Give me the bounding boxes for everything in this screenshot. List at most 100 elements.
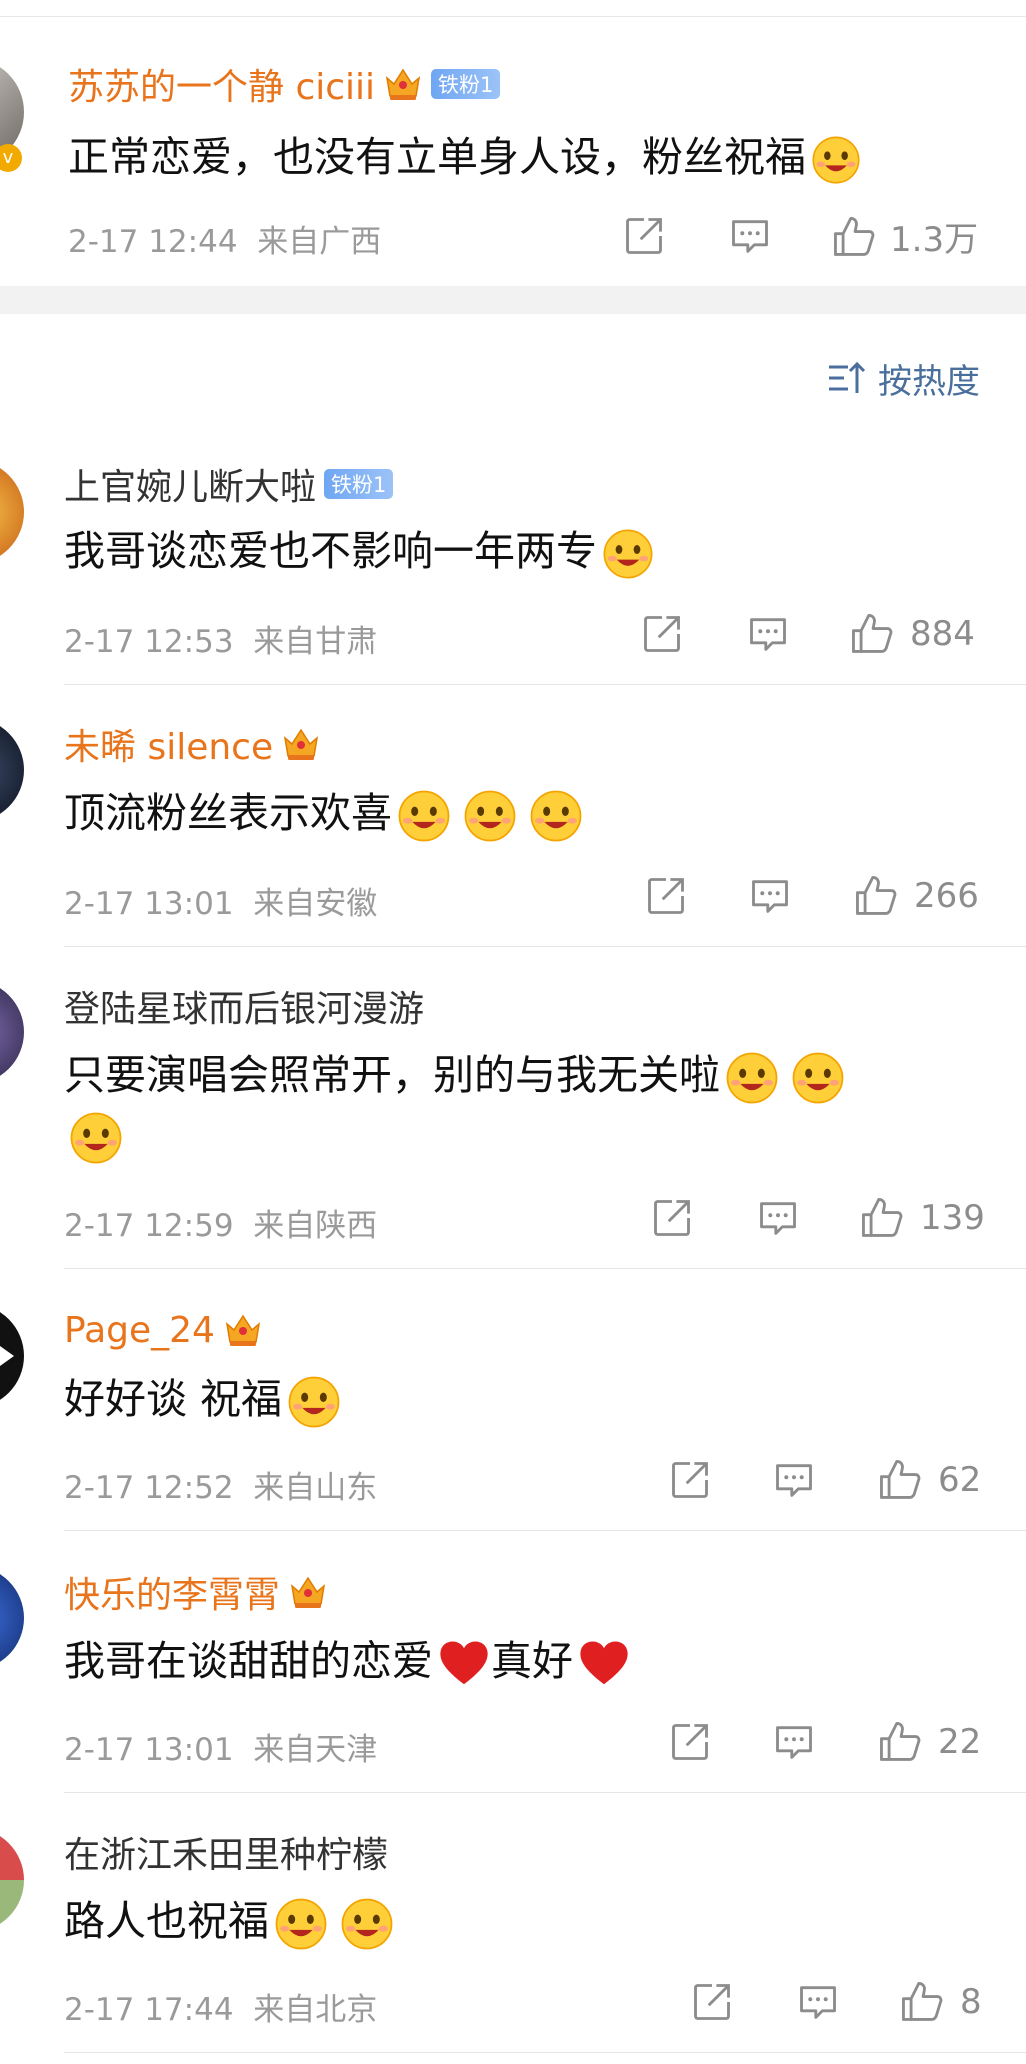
username-text[interactable]: Page_24 — [64, 1310, 215, 1351]
avatar[interactable] — [0, 980, 24, 1084]
like-count: 266 — [914, 876, 979, 916]
comment-date: 2-17 12:59 — [64, 1208, 234, 1244]
like-count: 139 — [920, 1198, 985, 1238]
comment-text: 只要演唱会照常开，别的与我无关啦 — [64, 1046, 846, 1106]
comment-text-body: 正常恋爱，也没有立单身人设，粉丝祝福 — [68, 133, 806, 181]
like-button[interactable]: 266 — [852, 872, 979, 920]
adore-emoji-icon — [68, 1110, 124, 1166]
like-button[interactable]: 884 — [848, 610, 975, 658]
share-button[interactable] — [668, 1458, 712, 1502]
heart-icon — [437, 1637, 491, 1691]
username[interactable]: 在浙江禾田里种柠檬 — [64, 1828, 388, 1876]
comment-date: 2-17 12:44 — [68, 224, 238, 260]
crown-icon — [383, 64, 423, 104]
comment-divider — [64, 684, 1026, 685]
share-button[interactable] — [644, 874, 688, 918]
comment-location: 来自天津 — [253, 1732, 378, 1768]
reply-button[interactable] — [728, 214, 772, 258]
like-count: 62 — [938, 1460, 982, 1500]
crown-icon — [281, 724, 321, 764]
share-button[interactable] — [622, 214, 666, 258]
avatar[interactable] — [0, 1828, 24, 1932]
comment-text: 路人也祝福 — [64, 1892, 395, 1952]
grin-emoji-icon — [462, 788, 518, 844]
sort-icon — [826, 358, 866, 398]
comment-text: 正常恋爱，也没有立单身人设，粉丝祝福 — [68, 128, 862, 186]
play-icon — [0, 1346, 14, 1366]
username-text[interactable]: 登陆星球而后银河漫游 — [64, 980, 424, 1032]
fan-badge: 铁粉1 — [324, 469, 394, 499]
username-text[interactable]: 上官婉儿断大啦 — [64, 458, 316, 510]
comment-text-body: 好好谈 祝福 — [64, 1375, 283, 1423]
like-icon — [876, 1718, 924, 1766]
comment-meta: 2-17 12:52 来自山东 — [64, 1462, 377, 1507]
like-icon — [830, 213, 878, 261]
like-count: 1.3万 — [890, 220, 979, 260]
comment-meta: 2-17 13:01 来自天津 — [64, 1724, 377, 1769]
grin-emoji-icon — [396, 788, 452, 844]
like-icon — [858, 1194, 906, 1242]
username[interactable]: 登陆星球而后银河漫游 — [64, 982, 424, 1030]
rainbow-emoji-icon — [339, 1896, 395, 1952]
reply-button[interactable] — [748, 874, 792, 918]
like-button[interactable]: 22 — [876, 1718, 981, 1766]
comment-location: 来自陕西 — [253, 1208, 378, 1244]
username[interactable]: 未晞 silence — [64, 720, 321, 768]
blessing-emoji-icon — [810, 134, 862, 186]
like-button[interactable]: 1.3万 — [830, 212, 978, 261]
reply-button[interactable] — [746, 612, 790, 656]
comment-date: 2-17 12:53 — [64, 624, 234, 660]
username[interactable]: 快乐的李霄霄 — [64, 1568, 328, 1616]
comment-text-body: 我哥在谈甜甜的恋爱 — [64, 1637, 433, 1685]
comment-text: 我哥在谈甜甜的恋爱 真好 — [64, 1632, 631, 1691]
comment-text-body: 路人也祝福 — [64, 1897, 269, 1945]
verified-icon: v — [0, 144, 22, 172]
like-icon — [898, 1978, 946, 2026]
avatar[interactable] — [0, 718, 24, 822]
like-button[interactable]: 62 — [876, 1456, 981, 1504]
grin-emoji-icon — [528, 788, 584, 844]
share-button[interactable] — [668, 1720, 712, 1764]
avatar[interactable] — [0, 460, 24, 564]
reply-button[interactable] — [756, 1196, 800, 1240]
like-count: 8 — [960, 1982, 982, 2022]
username-text[interactable]: 快乐的李霄霄 — [64, 1566, 280, 1618]
comment-location: 来自山东 — [253, 1470, 378, 1506]
comment-date: 2-17 12:52 — [64, 1470, 234, 1506]
crown-icon — [288, 1572, 328, 1612]
flower-emoji-icon — [286, 1374, 342, 1430]
share-button[interactable] — [690, 1980, 734, 2024]
rainbow-emoji-icon — [273, 1896, 329, 1952]
comment-location: 来自安徽 — [253, 886, 378, 922]
share-button[interactable] — [640, 612, 684, 656]
comment-text: 我哥谈恋爱也不影响一年两专 — [64, 522, 655, 581]
username-text[interactable]: 未晞 silence — [64, 718, 273, 770]
share-button[interactable] — [650, 1196, 694, 1240]
comment-divider — [64, 1792, 1026, 1793]
comment-divider — [64, 1530, 1026, 1531]
username[interactable]: Page_24 — [64, 1306, 263, 1354]
username[interactable]: 上官婉儿断大啦 铁粉1 — [64, 458, 394, 510]
reply-button[interactable] — [772, 1720, 816, 1764]
comment-text-body: 顶流粉丝表示欢喜 — [64, 789, 392, 837]
reply-button[interactable] — [796, 1980, 840, 2024]
like-button[interactable]: 139 — [858, 1194, 985, 1242]
adore-emoji-icon — [724, 1050, 780, 1106]
comment-text-body: 我哥谈恋爱也不影响一年两专 — [64, 527, 597, 575]
username-text[interactable]: 苏苏的一个静 ciciii — [68, 58, 375, 110]
like-button[interactable]: 8 — [898, 1978, 982, 2026]
username-text[interactable]: 在浙江禾田里种柠檬 — [64, 1826, 388, 1878]
top-divider — [0, 16, 1026, 17]
comment-meta: 2-17 12:44 来自广西 — [68, 216, 381, 261]
heart-icon — [577, 1637, 631, 1691]
sort-toggle[interactable]: 按热度 — [826, 356, 980, 402]
like-icon — [852, 872, 900, 920]
sort-label: 按热度 — [878, 361, 980, 402]
avatar[interactable] — [0, 1566, 24, 1670]
like-count: 22 — [938, 1722, 982, 1762]
username[interactable]: 苏苏的一个静 ciciii 铁粉1 — [68, 58, 501, 110]
reply-button[interactable] — [772, 1458, 816, 1502]
like-icon — [848, 610, 896, 658]
adore-emoji-icon — [790, 1050, 846, 1106]
comment-divider — [64, 1268, 1026, 1269]
